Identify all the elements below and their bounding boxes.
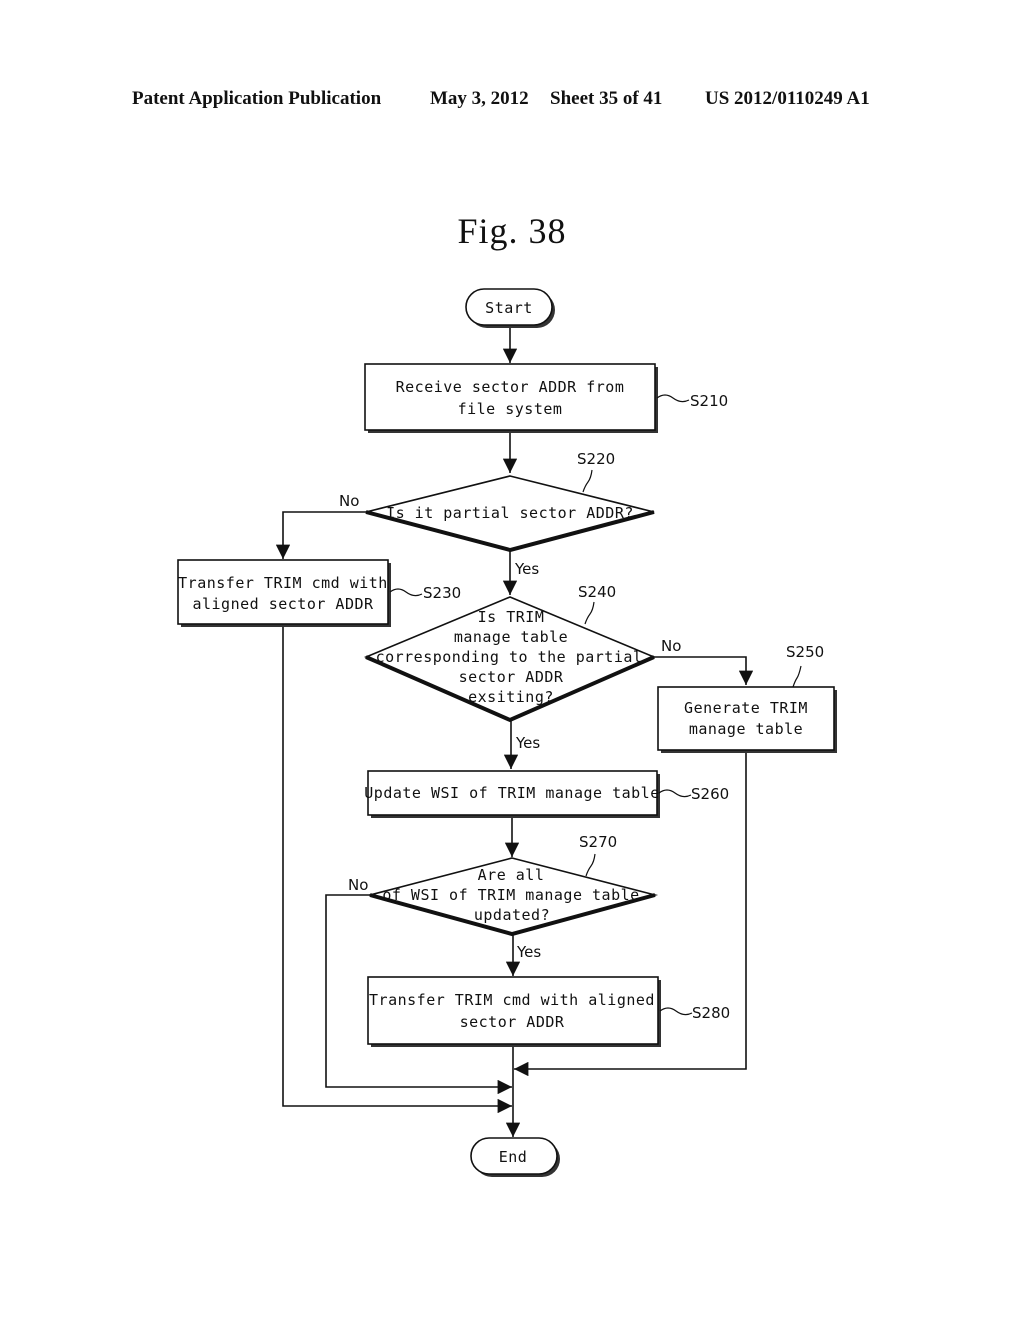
s220-ref: S220 — [577, 450, 615, 468]
s250-line-1: Generate TRIM — [684, 699, 808, 717]
s240-ref-leader — [584, 601, 595, 625]
s220-ref-leader — [582, 469, 593, 493]
s270-yes-label: Yes — [516, 943, 541, 961]
s210-ref: S210 — [690, 392, 728, 410]
s250-ref-leader — [792, 665, 802, 688]
s270-ref: S270 — [579, 833, 617, 851]
s230-ref-leader — [389, 588, 423, 597]
s210-ref-leader — [656, 394, 690, 403]
decision-s270: Are all of WSI of TRIM manage table upda… — [366, 857, 659, 937]
s220-line-1: Is it partial sector ADDR? — [386, 504, 634, 522]
s240-line-3: corresponding to the partial — [376, 648, 643, 666]
s280-line-2: sector ADDR — [460, 1013, 565, 1031]
process-s260: Update WSI of TRIM manage table — [364, 770, 660, 818]
s260-line-1: Update WSI of TRIM manage table — [364, 784, 659, 802]
start-terminal: Start — [465, 288, 555, 328]
s210-line-1: Receive sector ADDR from — [396, 378, 625, 396]
edge-s220-no — [275, 511, 368, 559]
s210-line-2: file system — [458, 400, 563, 418]
s260-ref-leader — [658, 789, 692, 798]
s270-line-2: of WSI of TRIM manage table — [382, 886, 639, 904]
s270-line-3: updated? — [474, 906, 550, 924]
s230-line-2: aligned sector ADDR — [192, 595, 374, 613]
s240-yes-label: Yes — [515, 734, 540, 752]
s240-line-5: exsiting? — [468, 688, 554, 706]
decision-s220: Is it partial sector ADDR? — [365, 475, 655, 553]
s250-ref: S250 — [786, 643, 824, 661]
process-s280: Transfer TRIM cmd with aligned sector AD… — [367, 976, 661, 1047]
process-s230: Transfer TRIM cmd with aligned sector AD… — [177, 559, 391, 627]
s230-ref: S230 — [423, 584, 461, 602]
s230-line-1: Transfer TRIM cmd with — [178, 574, 388, 592]
s270-ref-leader — [585, 853, 596, 877]
flowchart: Start Receive sector ADDR from file syst… — [177, 288, 837, 1177]
s280-ref-leader — [659, 1007, 693, 1016]
s240-line-4: sector ADDR — [459, 668, 564, 686]
s240-line-2: manage table — [454, 628, 568, 646]
s280-line-1: Transfer TRIM cmd with aligned — [369, 991, 655, 1009]
s280-ref: S280 — [692, 1004, 730, 1022]
edge-s240-no — [654, 656, 754, 685]
s270-line-1: Are all — [478, 866, 545, 884]
s250-line-2: manage table — [689, 720, 803, 738]
s220-yes-label: Yes — [514, 560, 539, 578]
s270-no-label: No — [348, 876, 368, 894]
s240-ref: S240 — [578, 583, 616, 601]
s220-no-label: No — [339, 492, 359, 510]
end-label: End — [499, 1148, 528, 1166]
start-label: Start — [485, 299, 533, 317]
s240-no-label: No — [661, 637, 681, 655]
end-terminal: End — [470, 1137, 560, 1177]
process-s210: Receive sector ADDR from file system — [364, 363, 658, 433]
process-s250: Generate TRIM manage table — [657, 686, 837, 753]
s260-ref: S260 — [691, 785, 729, 803]
decision-s240: Is TRIM manage table corresponding to th… — [363, 596, 657, 723]
s240-line-1: Is TRIM — [478, 608, 545, 626]
